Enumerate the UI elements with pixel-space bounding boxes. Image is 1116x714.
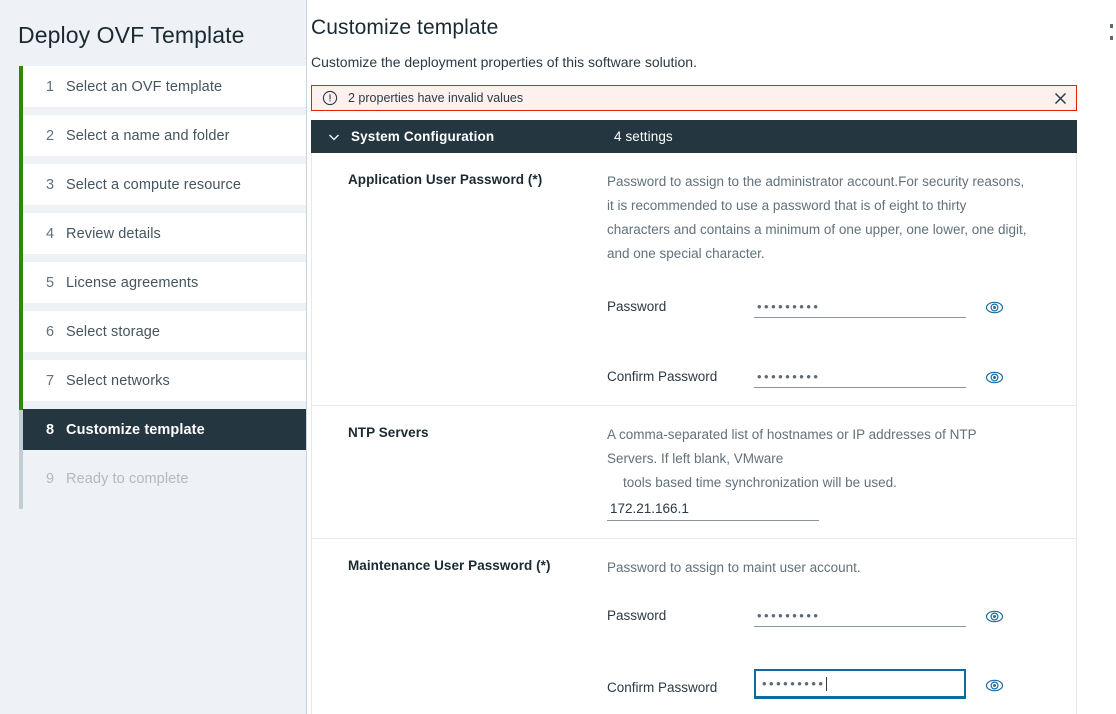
step-label: Select networks (66, 373, 170, 389)
eye-icon[interactable] (984, 675, 1004, 695)
right-edge-sliver (1108, 0, 1116, 714)
sidebar-step-6[interactable]: 6 Select storage (23, 311, 306, 352)
app-confirm-password-input[interactable]: ••••••••• (754, 366, 966, 388)
property-description: Password to assign to maint user account… (607, 556, 1027, 580)
step-number: 7 (46, 373, 66, 389)
property-description: Password to assign to the administrator … (607, 170, 1027, 266)
step-label: Ready to complete (66, 471, 189, 487)
wizard-steps-container: 1 Select an OVF template 2 Select a name… (0, 66, 306, 499)
password-masked-value: ••••••••• (757, 605, 820, 627)
text-caret (826, 677, 827, 691)
wizard-title: Deploy OVF Template (0, 0, 306, 49)
property-description: A comma-separated list of hostnames or I… (607, 423, 1027, 495)
section-header-system-configuration[interactable]: System Configuration 4 settings (311, 120, 1077, 153)
field-input-wrapper: ••••••••• (754, 296, 966, 318)
page-title: Customize template (311, 14, 1092, 42)
field-label: Password (607, 605, 754, 627)
sidebar-step-2[interactable]: 2 Select a name and folder (23, 115, 306, 156)
sidebar-step-5[interactable]: 5 License agreements (23, 262, 306, 303)
property-body: Password to assign to maint user account… (607, 556, 1076, 699)
step-label: License agreements (66, 275, 198, 291)
property-body: Password to assign to the administrator … (607, 170, 1076, 388)
field-input-wrapper: ••••••••• (754, 366, 966, 388)
field-input-wrapper: ••••••••• (754, 605, 966, 627)
step-label: Select a name and folder (66, 128, 230, 144)
step-number: 3 (46, 177, 66, 193)
exclamation-circle-icon (322, 90, 338, 106)
step-label: Review details (66, 226, 161, 242)
step-number: 8 (46, 422, 66, 438)
description-line-2: Servers. If left blank, VMware (607, 451, 783, 466)
maint-confirm-password-input[interactable]: ••••••••• (754, 669, 966, 699)
field-row-maint-confirm-password: Confirm Password ••••••••• (607, 669, 1058, 699)
wizard-main-panel: Customize template Customize the deploym… (307, 0, 1116, 714)
step-number: 1 (46, 79, 66, 95)
sidebar-step-4[interactable]: 4 Review details (23, 213, 306, 254)
description-line-1: A comma-separated list of hostnames or I… (607, 427, 977, 442)
edge-mark-lower (1110, 36, 1113, 40)
sidebar-step-8-customize-template[interactable]: 8 Customize template (23, 409, 306, 450)
field-row-app-password: Password ••••••••• (607, 296, 1058, 318)
properties-table: Application User Password (*) Password t… (311, 153, 1077, 714)
password-masked-value: ••••••••• (757, 366, 820, 388)
ntp-servers-input[interactable]: 172.21.166.1 (607, 497, 819, 521)
step-number: 9 (46, 471, 66, 487)
chevron-down-icon (327, 130, 341, 144)
alert-message: 2 properties have invalid values (348, 90, 1050, 106)
maint-password-input[interactable]: ••••••••• (754, 605, 966, 627)
property-row-ntp-servers: NTP Servers A comma-separated list of ho… (312, 406, 1076, 539)
field-row-app-confirm-password: Confirm Password ••••••••• (607, 366, 1058, 388)
wizard-step-list: 1 Select an OVF template 2 Select a name… (23, 66, 306, 499)
eye-icon[interactable] (984, 367, 1004, 387)
sidebar-step-7[interactable]: 7 Select networks (23, 360, 306, 401)
close-icon[interactable] (1050, 88, 1070, 108)
eye-icon[interactable] (984, 297, 1004, 317)
property-label: Application User Password (*) (312, 170, 607, 388)
wizard-sidebar: Deploy OVF Template 1 Select an OVF temp… (0, 0, 307, 714)
field-input-wrapper: ••••••••• (754, 669, 966, 699)
step-label: Select an OVF template (66, 79, 222, 95)
validation-alert-banner: 2 properties have invalid values (311, 85, 1077, 111)
property-label: Maintenance User Password (*) (312, 556, 607, 699)
step-number: 6 (46, 324, 66, 340)
field-label: Confirm Password (607, 677, 754, 699)
step-label: Customize template (66, 422, 205, 438)
step-label: Select a compute resource (66, 177, 241, 193)
property-row-maintenance-user-password: Maintenance User Password (*) Password t… (312, 539, 1076, 714)
sidebar-step-1[interactable]: 1 Select an OVF template (23, 66, 306, 107)
field-row-maint-password: Password ••••••••• (607, 605, 1058, 627)
field-label: Password (607, 296, 754, 318)
section-settings-count: 4 settings (614, 129, 673, 144)
eye-icon[interactable] (984, 606, 1004, 626)
description-line-3: tools based time synchronization will be… (607, 471, 1027, 495)
sidebar-step-9: 9 Ready to complete (23, 458, 306, 499)
edge-mark-upper (1110, 24, 1113, 28)
section-name: System Configuration (351, 129, 614, 144)
password-masked-value: ••••••••• (762, 673, 825, 695)
sidebar-step-3[interactable]: 3 Select a compute resource (23, 164, 306, 205)
app-password-input[interactable]: ••••••••• (754, 296, 966, 318)
property-row-application-user-password: Application User Password (*) Password t… (312, 153, 1076, 406)
property-label: NTP Servers (312, 423, 607, 521)
step-number: 2 (46, 128, 66, 144)
step-number: 5 (46, 275, 66, 291)
deploy-ovf-wizard: Deploy OVF Template 1 Select an OVF temp… (0, 0, 1116, 714)
property-body: A comma-separated list of hostnames or I… (607, 423, 1076, 521)
step-label: Select storage (66, 324, 160, 340)
step-number: 4 (46, 226, 66, 242)
field-label: Confirm Password (607, 366, 754, 388)
password-masked-value: ••••••••• (757, 296, 820, 318)
page-subtitle: Customize the deployment properties of t… (311, 53, 1092, 71)
